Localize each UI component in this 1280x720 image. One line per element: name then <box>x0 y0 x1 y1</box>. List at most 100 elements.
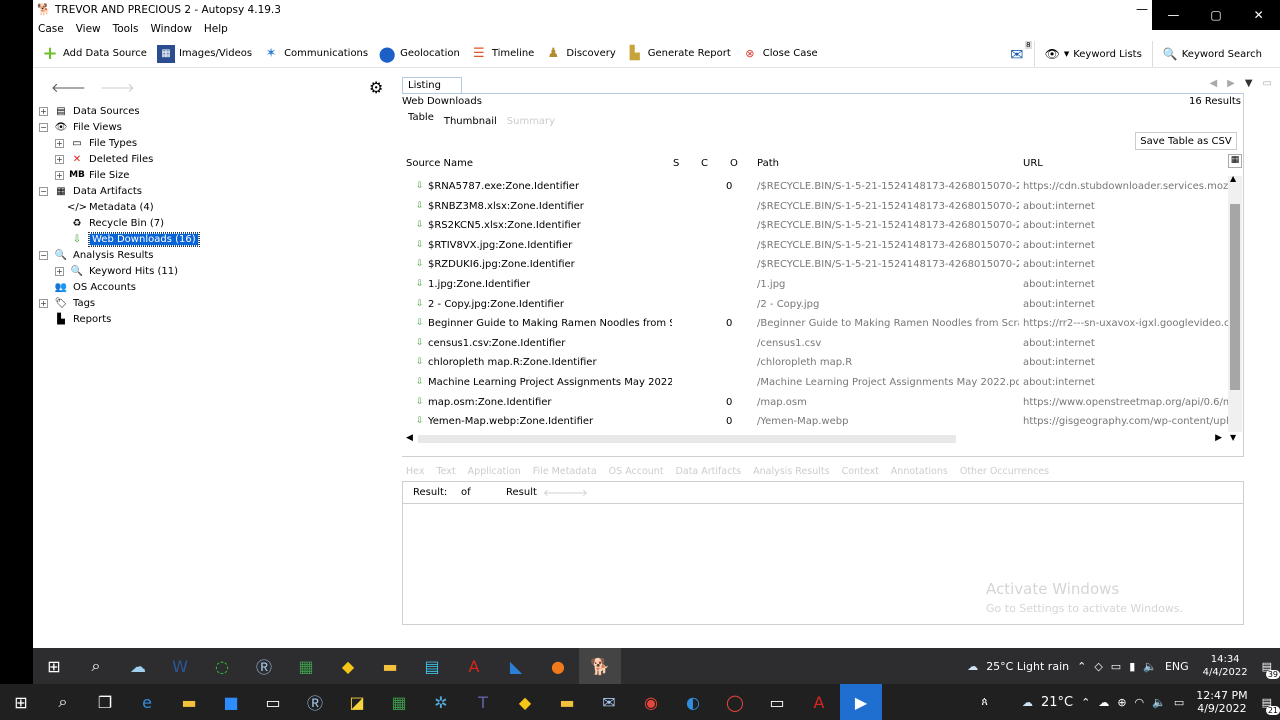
tray-network-icon[interactable]: ⊕ <box>1117 696 1126 709</box>
python-icon[interactable]: ◆ <box>504 684 546 720</box>
loader-icon[interactable]: ◌ <box>201 648 243 684</box>
close-case-button[interactable]: ⊗ Close Case <box>741 45 818 63</box>
vm-icon[interactable]: ▭ <box>252 684 294 720</box>
table-row[interactable]: ⇩ $RS2KCN5.xlsx:Zone.Identifier /$RECYCLE.… <box>402 217 1228 237</box>
column-path[interactable]: Path <box>757 158 779 169</box>
expand-toggle-icon[interactable]: + <box>39 106 48 116</box>
acrobat-icon[interactable]: A <box>798 684 840 720</box>
mail-app-icon[interactable]: ✉ <box>588 684 630 720</box>
sticky-notes-icon[interactable]: ◪ <box>336 684 378 720</box>
keyword-search-button[interactable]: 🔍 Keyword Search <box>1163 47 1262 61</box>
tray-icon-battery[interactable]: ▮ <box>1129 660 1135 673</box>
timeline-button[interactable]: ☰ Timeline <box>470 45 534 63</box>
tree-item[interactable]: − ▦ Data Artifacts <box>39 183 379 199</box>
file-explorer-icon[interactable]: ▬ <box>168 684 210 720</box>
tree-item[interactable]: + ▤ Data Sources <box>39 103 379 119</box>
prev-icon[interactable]: ◀ <box>1209 78 1217 89</box>
mail-button[interactable]: ✉ 8 <box>1010 40 1032 64</box>
edge-icon[interactable]: e <box>126 684 168 720</box>
tree-item[interactable]: + ✕ Deleted Files <box>39 151 379 167</box>
outer-clock[interactable]: 12:47 PM 4/9/2022 <box>1196 689 1247 715</box>
restore-icon[interactable]: ▭ <box>1263 78 1272 89</box>
content-tab[interactable]: Text <box>436 466 455 477</box>
tree-item[interactable]: − 👁 File Views <box>39 119 379 135</box>
search-icon[interactable]: ⌕ <box>42 684 84 720</box>
battery-icon[interactable]: ▭ <box>1174 696 1184 709</box>
scroll-right-icon[interactable]: ▶ <box>1215 433 1222 443</box>
volume-icon[interactable]: 🔈 <box>1152 696 1166 709</box>
tray-icon-monitor[interactable]: ▭ <box>1111 660 1121 673</box>
column-source-name[interactable]: Source Name <box>406 158 473 169</box>
expand-toggle-icon[interactable]: − <box>39 186 48 196</box>
expand-toggle-icon[interactable]: − <box>39 250 48 260</box>
table-row[interactable]: ⇩ chloropleth map.R:Zone.Identifier/chlor… <box>402 354 1228 374</box>
close-window-button[interactable]: ✕ <box>1237 0 1280 30</box>
maximize-button[interactable]: ▢ <box>1195 0 1238 30</box>
scroll-down-icon[interactable]: ▼ <box>1230 433 1236 442</box>
result-next-icon[interactable]: 🡒 <box>561 487 588 499</box>
vertical-scroll-thumb[interactable] <box>1230 204 1240 390</box>
table-row[interactable]: ⇩ $RNBZ3M8.xlsx:Zone.Identifier /$RECYCLE.… <box>402 198 1228 218</box>
menu-case[interactable]: Case <box>38 23 64 35</box>
expand-toggle-icon[interactable]: − <box>39 122 48 132</box>
firefox-icon[interactable]: ● <box>537 648 579 684</box>
task-view-icon[interactable]: ❐ <box>84 684 126 720</box>
tree-item[interactable]: </> Metadata (4) <box>39 199 379 215</box>
word-icon[interactable]: W <box>159 648 201 684</box>
column-s[interactable]: S <box>673 158 679 169</box>
scroll-left-icon[interactable]: ◀ <box>406 433 413 443</box>
menu-tools[interactable]: Tools <box>113 23 139 35</box>
column-c[interactable]: C <box>701 158 708 169</box>
content-tab[interactable]: File Metadata <box>533 466 597 477</box>
column-chooser-icon[interactable]: ▦ <box>1228 154 1242 168</box>
windows-start-icon[interactable]: ⊞ <box>33 648 75 684</box>
tree-item[interactable]: − 🔍 Analysis Results <box>39 247 379 263</box>
tray-chevron-icon[interactable]: ⌃ <box>1077 660 1086 673</box>
folder-icon[interactable]: ▬ <box>546 684 588 720</box>
content-tab[interactable]: OS Account <box>609 466 664 477</box>
expand-toggle-icon[interactable]: + <box>55 266 64 276</box>
tree-item[interactable]: ♻ Recycle Bin (7) <box>39 215 379 231</box>
expand-toggle-icon[interactable]: + <box>39 298 48 308</box>
window-app-icon[interactable]: ▭ <box>756 684 798 720</box>
search-icon[interactable]: ⌕ <box>75 648 117 684</box>
python-icon[interactable]: ◆ <box>327 648 369 684</box>
recorder-icon[interactable]: ▶ <box>840 684 882 720</box>
menu-help[interactable]: Help <box>204 23 228 35</box>
chrome-icon[interactable]: ◉ <box>630 684 672 720</box>
autopsy-taskbar-icon[interactable]: 🐕 <box>579 648 621 684</box>
add-data-source-button[interactable]: + Add Data Source <box>41 43 147 64</box>
content-tab[interactable]: Annotations <box>891 466 948 477</box>
zoom-icon[interactable]: ■ <box>210 684 252 720</box>
pencil-icon[interactable]: ◣ <box>495 648 537 684</box>
content-tab[interactable]: Hex <box>406 466 424 477</box>
keyword-lists-button[interactable]: 👁 ▼ Keyword Lists <box>1045 47 1142 61</box>
content-tab[interactable]: Context <box>842 466 879 477</box>
expand-toggle-icon[interactable]: + <box>55 154 64 164</box>
vertical-scrollbar[interactable]: ▲ ▼ <box>1228 174 1242 442</box>
table-row[interactable]: ⇩ $RNA5787.exe:Zone.Identifier 0 /$RECYCLE.… <box>402 178 1228 198</box>
minimize-button[interactable]: — <box>1136 2 1148 16</box>
table-row[interactable]: ⇩ 1.jpg:Zone.Identifier/1.jpg about:intern… <box>402 276 1228 296</box>
excel-icon[interactable]: ▦ <box>378 684 420 720</box>
table-row[interactable]: ⇩ Machine Learning Project Assignments Ma… <box>402 374 1228 394</box>
expand-toggle-icon[interactable]: + <box>55 138 64 148</box>
save-table-csv-button[interactable]: Save Table as CSV <box>1135 132 1237 150</box>
menu-dropdown-icon[interactable]: ▼ <box>1245 78 1253 89</box>
forward-arrow-icon[interactable]: 🡒 <box>100 80 135 96</box>
gear-icon[interactable]: ⚙ <box>369 78 383 97</box>
table-row[interactable]: ⇩ map.osm:Zone.Identifier 0/map.osm https:/… <box>402 394 1228 414</box>
tray-cloud-icon[interactable]: ☁ <box>1098 696 1109 709</box>
tray-chevron-icon[interactable]: ⌃ <box>1081 696 1090 709</box>
table-row[interactable]: ⇩ $RZDUKI6.jpg:Zone.Identifier /$RECYCLE.B… <box>402 256 1228 276</box>
content-tab[interactable]: Other Occurrences <box>960 466 1049 477</box>
tab-thumbnail[interactable]: Thumbnail <box>444 116 497 127</box>
content-tab[interactable]: Analysis Results <box>753 466 829 477</box>
discovery-button[interactable]: ♟ Discovery <box>544 45 616 63</box>
column-url[interactable]: URL <box>1023 158 1043 169</box>
content-tab[interactable]: Application <box>468 466 521 477</box>
inner-clock[interactable]: 14:34 4/4/2022 <box>1203 653 1248 679</box>
excel-icon[interactable]: ▦ <box>285 648 327 684</box>
r-icon[interactable]: Ⓡ <box>243 648 285 684</box>
minimize-outer-button[interactable]: — <box>1152 0 1195 30</box>
